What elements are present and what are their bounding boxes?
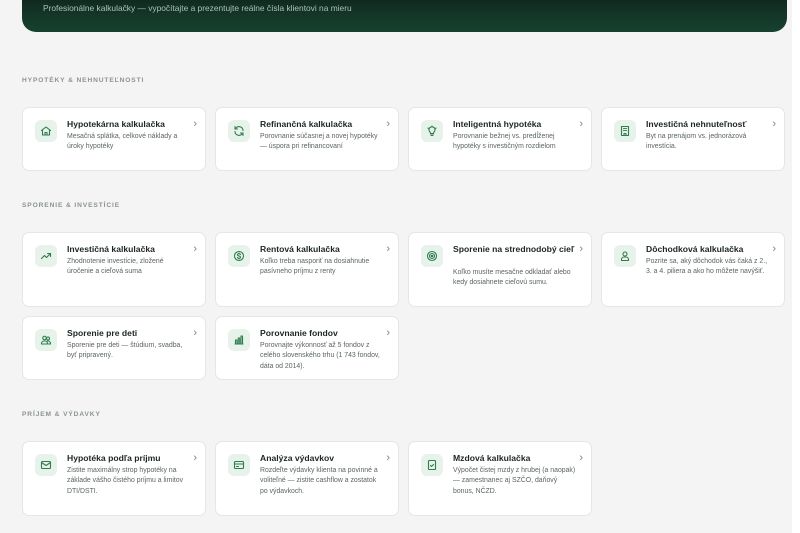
page-right-edge	[792, 0, 800, 533]
chevron-right-icon: ›	[579, 243, 583, 255]
card-salary-calculator[interactable]: Mzdová kalkulačka Výpočet čistej mzdy z …	[408, 441, 592, 516]
card-description: Zistite maximálny strop hypotéky na zákl…	[67, 467, 184, 495]
card-pension-calculator[interactable]: Dôchodková kalkulačka Pozrite sa, aký dô…	[601, 232, 785, 307]
section-title-savings: Sporenie & investície	[22, 202, 121, 209]
section-title-income: Príjem & výdavky	[22, 411, 101, 418]
card-description: Porovnanie bežnej vs. predĺženej hypoték…	[453, 133, 556, 151]
user-icon	[614, 245, 636, 267]
card-annuity-calculator[interactable]: Rentová kalkulačka Koľko treba nasporiť …	[215, 232, 399, 307]
mail-icon	[35, 454, 57, 476]
card-title: Investičná kalkulačka	[67, 244, 155, 254]
card-title: Investičná nehnuteľnosť	[646, 119, 747, 129]
chevron-right-icon: ›	[193, 118, 197, 130]
chevron-right-icon: ›	[772, 118, 776, 130]
dollar-circle-icon	[228, 245, 250, 267]
document-icon	[421, 454, 443, 476]
hero-banner: Profesionálne kalkulačky — vypočítajte a…	[22, 0, 787, 32]
trending-up-icon	[35, 245, 57, 267]
chevron-right-icon: ›	[193, 452, 197, 464]
chevron-right-icon: ›	[386, 327, 390, 339]
card-description: Koľko musíte mesačne odkladať alebo kedy…	[453, 269, 571, 287]
card-description: Byt na prenájom vs. jednorázová investíc…	[646, 133, 747, 151]
users-icon	[35, 329, 57, 351]
target-icon	[421, 245, 443, 267]
card-title: Porovnanie fondov	[260, 328, 338, 338]
card-kids-savings[interactable]: Sporenie pre deti Sporenie pre deti — št…	[22, 316, 206, 380]
card-title: Hypotekárna kalkulačka	[67, 119, 165, 129]
card-title: Sporenie na strednodobý cieľ	[453, 244, 575, 254]
bar-chart-icon	[228, 329, 250, 351]
card-title: Mzdová kalkulačka	[453, 453, 531, 463]
card-description: Porovnanie súčasnej a novej hypotéky — ú…	[260, 133, 378, 151]
card-expense-analysis[interactable]: Analýza výdavkov Rozdeľte výdavky klient…	[215, 441, 399, 516]
section-title-mortgages: Hypotéky & nehnuteľnosti	[22, 77, 145, 84]
card-title: Analýza výdavkov	[260, 453, 335, 463]
chevron-right-icon: ›	[386, 118, 390, 130]
card-title: Refinančná kalkulačka	[260, 119, 353, 129]
credit-card-icon	[228, 454, 250, 476]
card-title: Dôchodková kalkulačka	[646, 244, 744, 254]
hero-subtitle: Profesionálne kalkulačky — vypočítajte a…	[43, 3, 352, 13]
card-description: Rozdeľte výdavky klienta na povinné a vo…	[260, 467, 378, 495]
card-description: Koľko treba nasporiť na dosiahnutie pasí…	[260, 258, 370, 276]
card-title: Rentová kalkulačka	[260, 244, 340, 254]
home-icon	[35, 120, 57, 142]
chevron-right-icon: ›	[579, 452, 583, 464]
card-investment-property[interactable]: Investičná nehnuteľnosť Byt na prenájom …	[601, 107, 785, 171]
card-midterm-savings[interactable]: Sporenie na strednodobý cieľ Koľko musít…	[408, 232, 592, 307]
card-investment-calculator[interactable]: Investičná kalkulačka Zhodnotenie invest…	[22, 232, 206, 307]
chevron-right-icon: ›	[193, 327, 197, 339]
card-title: Hypotéka podľa príjmu	[67, 453, 161, 463]
chevron-right-icon: ›	[772, 243, 776, 255]
card-mortgage-calculator[interactable]: Hypotekárna kalkulačka Mesačná splátka, …	[22, 107, 206, 171]
card-description: Zhodnotenie investície, zložené úročenie…	[67, 258, 164, 276]
card-title: Sporenie pre deti	[67, 328, 138, 338]
chevron-right-icon: ›	[386, 452, 390, 464]
building-icon	[614, 120, 636, 142]
card-fund-comparison[interactable]: Porovnanie fondov Porovnajte výkonnosť a…	[215, 316, 399, 380]
card-description: Mesačná splátka, celkové náklady a úroky…	[67, 133, 178, 151]
chevron-right-icon: ›	[386, 243, 390, 255]
card-description: Porovnajte výkonnosť až 5 fondov z celéh…	[260, 342, 380, 370]
card-description: Výpočet čistej mzdy z hrubej (a naopak) …	[453, 467, 576, 495]
card-description: Pozrite sa, aký dôchodok vás čaká z 2., …	[646, 258, 768, 276]
card-refinance-calculator[interactable]: Refinančná kalkulačka Porovnanie súčasne…	[215, 107, 399, 171]
refresh-icon	[228, 120, 250, 142]
chevron-right-icon: ›	[193, 243, 197, 255]
card-income-mortgage[interactable]: Hypotéka podľa príjmu Zistite maximálny …	[22, 441, 206, 516]
lightbulb-icon	[421, 120, 443, 142]
chevron-right-icon: ›	[579, 118, 583, 130]
card-description: Sporenie pre deti — štúdium, svadba, byť…	[67, 342, 183, 360]
card-title: Inteligentná hypotéka	[453, 119, 542, 129]
card-smart-mortgage[interactable]: Inteligentná hypotéka Porovnanie bežnej …	[408, 107, 592, 171]
